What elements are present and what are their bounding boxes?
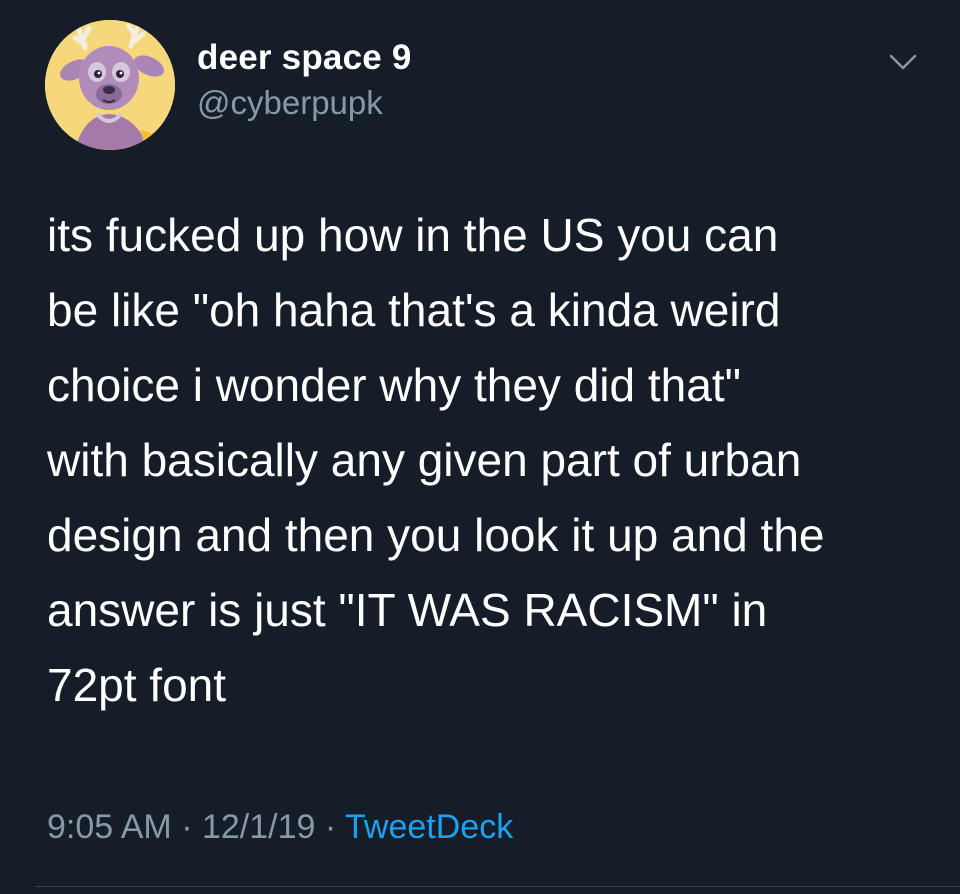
tweet-text-line: 72pt font	[47, 659, 227, 711]
meta-separator: ·	[315, 808, 346, 846]
tweet-text-line: with basically any given part of urban	[47, 434, 802, 486]
tweet-text-line: be like "oh haha that's a kinda weird	[47, 284, 781, 336]
tweet-source-link[interactable]: TweetDeck	[345, 808, 513, 846]
author-display-name[interactable]: deer space 9	[197, 38, 412, 78]
tweet-card: deer space 9 @cyberpupk its fucked up ho…	[0, 0, 960, 894]
tweet-text-line: its fucked up how in the US you can	[47, 209, 779, 261]
divider	[35, 886, 960, 887]
tweet-time[interactable]: 9:05 AM	[47, 808, 172, 846]
deer-character-avatar-icon	[45, 20, 175, 150]
tweet-text-line: design and then you look it up and the	[47, 509, 825, 561]
tweet-text: its fucked up how in the US you can be l…	[47, 198, 927, 723]
avatar[interactable]	[45, 20, 175, 150]
meta-separator: ·	[171, 808, 202, 846]
chevron-down-icon[interactable]	[887, 50, 919, 74]
tweet-text-line: choice i wonder why they did that"	[47, 359, 741, 411]
tweet-date[interactable]: 12/1/19	[202, 808, 315, 846]
tweet-metadata: 9:05 AM · 12/1/19 · TweetDeck	[47, 808, 513, 847]
tweet-text-line: answer is just "IT WAS RACISM" in	[47, 584, 768, 636]
author-handle[interactable]: @cyberpupk	[197, 84, 383, 122]
